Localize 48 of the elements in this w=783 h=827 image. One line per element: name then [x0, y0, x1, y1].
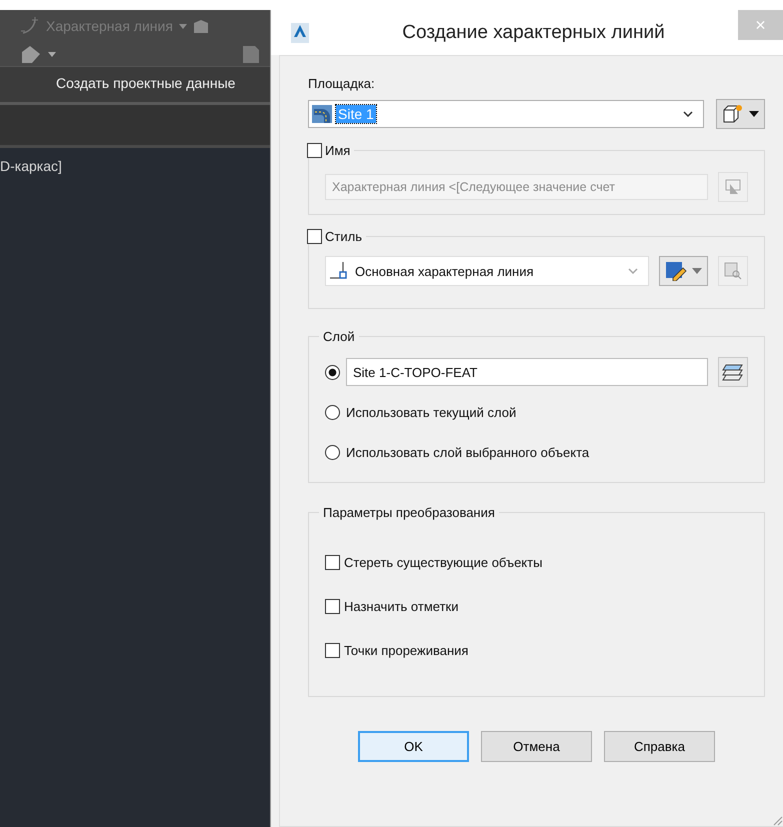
style-label: Стиль: [325, 229, 362, 244]
name-field: Характерная линия <[Следующее значение счет: [325, 174, 708, 200]
conversion-group-label: Параметры преобразования: [322, 505, 496, 520]
create-site-button[interactable]: [716, 99, 765, 129]
radio-button[interactable]: [325, 404, 340, 420]
style-dropdown[interactable]: Основная характерная линия: [325, 256, 649, 286]
chevron-down-icon: [683, 111, 693, 117]
dialog-button[interactable]: OK: [358, 731, 469, 762]
option-checkbox[interactable]: [325, 598, 340, 614]
window-title: Создание характерных линий: [401, 22, 666, 44]
panel-title: Создать проектные данные: [0, 66, 270, 102]
option-checkbox[interactable]: [325, 554, 340, 570]
new-object-icon: [722, 104, 744, 124]
edit-style-button[interactable]: [659, 256, 708, 286]
dialog-button[interactable]: Отмена: [481, 731, 592, 762]
option-label: Назначить отметки: [344, 598, 458, 614]
layer-group-label: Слой: [322, 329, 356, 344]
shape-icon[interactable]: [192, 18, 209, 34]
edit-icon: [665, 261, 687, 281]
app-logo-icon: [291, 22, 309, 42]
radio-label: Использовать текущий слой: [346, 404, 516, 420]
dropdown-arrow-icon[interactable]: [48, 52, 56, 56]
layers-button[interactable]: [718, 357, 748, 387]
magnifier-icon: [724, 262, 742, 280]
dropdown-arrow-icon[interactable]: [178, 24, 187, 28]
dialog-button[interactable]: Справка: [604, 731, 715, 762]
option-checkbox[interactable]: [325, 642, 340, 658]
name-label: Имя: [325, 143, 350, 158]
option-label: Стереть существующие объекты: [344, 554, 542, 570]
site-icon: [312, 105, 332, 123]
shape-icon[interactable]: [20, 44, 42, 64]
dropdown-arrow-icon: [749, 111, 759, 117]
text-cursor-icon: [725, 179, 741, 195]
viewport-label[interactable]: D-каркас]: [0, 158, 62, 174]
option-label: Точки прореживания: [344, 642, 468, 658]
site-label: Площадка:: [308, 76, 376, 91]
site-value: Site 1: [336, 105, 376, 123]
resize-grip-icon[interactable]: [771, 814, 783, 826]
name-checkbox[interactable]: [307, 143, 322, 158]
radio-button[interactable]: [325, 444, 340, 460]
layers-icon: [722, 362, 744, 382]
layer-field[interactable]: Site 1-C-TOPO-FEAT: [346, 358, 708, 386]
radio-button[interactable]: [325, 364, 340, 380]
style-checkbox[interactable]: [307, 229, 322, 244]
radio-label: Использовать слой выбранного объекта: [346, 444, 590, 460]
dropdown-arrow-icon: [692, 268, 702, 274]
chevron-down-icon: [628, 268, 638, 274]
style-value: Основная характерная линия: [355, 264, 534, 278]
